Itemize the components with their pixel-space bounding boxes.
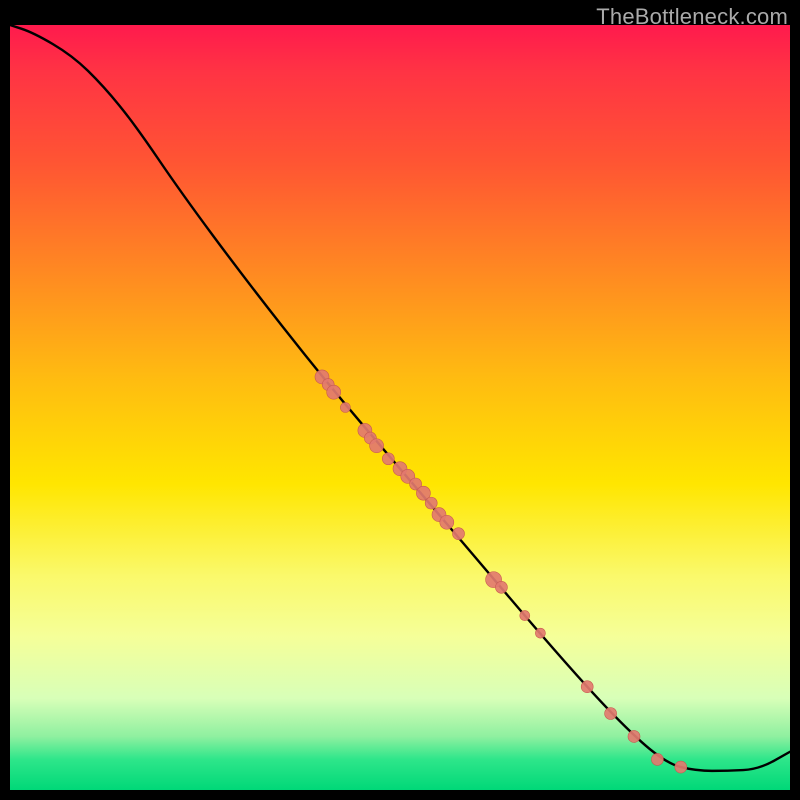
- data-marker: [453, 528, 465, 540]
- data-marker: [495, 581, 507, 593]
- data-marker: [382, 453, 394, 465]
- data-marker: [651, 753, 663, 765]
- data-marker: [628, 730, 640, 742]
- data-marker: [425, 497, 437, 509]
- data-marker: [581, 681, 593, 693]
- data-marker: [327, 385, 341, 399]
- data-marker: [675, 761, 687, 773]
- bottleneck-curve: [10, 25, 790, 771]
- data-marker: [370, 439, 384, 453]
- chart-overlay: [10, 25, 790, 790]
- data-markers: [315, 370, 687, 773]
- data-marker: [340, 403, 350, 413]
- data-marker: [440, 515, 454, 529]
- data-marker: [605, 708, 617, 720]
- data-marker: [520, 611, 530, 621]
- data-marker: [535, 628, 545, 638]
